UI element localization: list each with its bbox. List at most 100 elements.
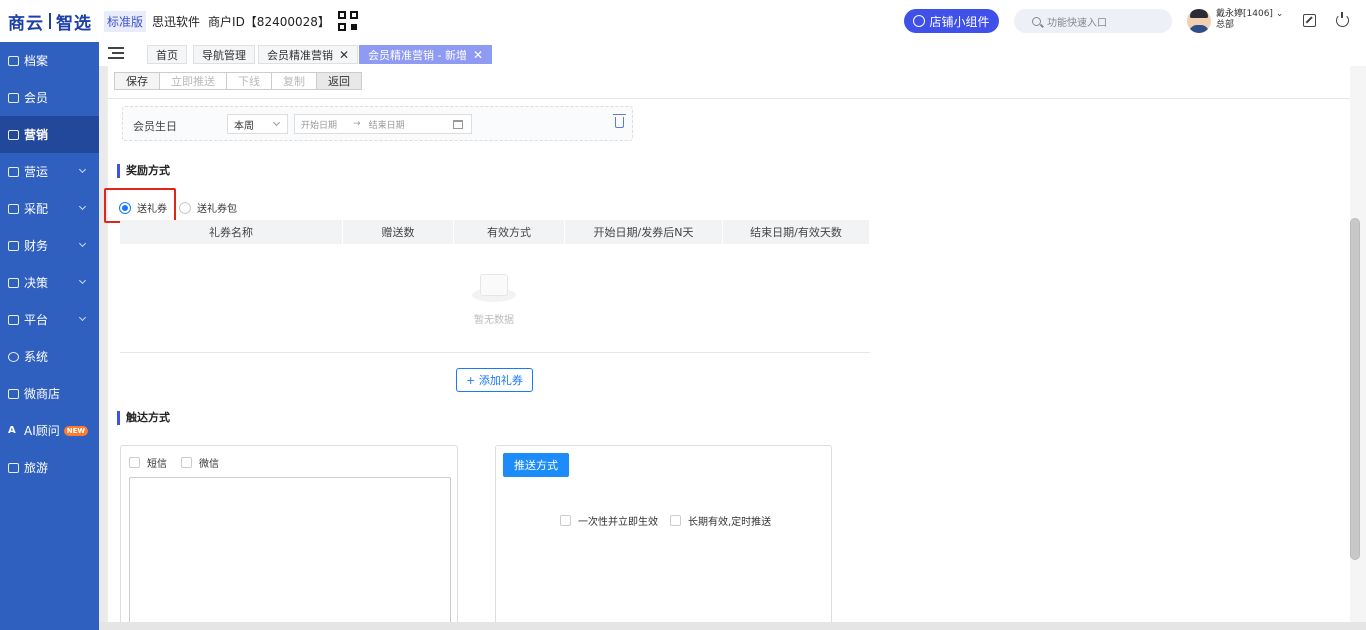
date-range-picker[interactable]: 开始日期 → 结束日期	[294, 114, 472, 134]
close-icon[interactable]: ✕	[473, 48, 483, 62]
scrollbar-thumb[interactable]	[1350, 218, 1360, 560]
operations-icon	[8, 166, 19, 177]
sidebar-item-label: AI顾问	[24, 424, 60, 438]
coupon-table-header: 礼券名称 赠送数 有效方式 开始日期/发券后N天 结束日期/有效天数	[120, 220, 870, 244]
quick-search-input[interactable]: 功能快速入口	[1014, 9, 1172, 33]
sidebar-item-finance[interactable]: 财务	[0, 227, 99, 264]
checkbox-label: 短信	[147, 459, 167, 470]
ai-icon: A	[8, 424, 16, 436]
system-icon	[8, 351, 19, 362]
logo[interactable]: 商云 智选	[8, 9, 92, 34]
chevron-down-icon	[78, 276, 87, 285]
sidebar-item-member[interactable]: 会员	[0, 79, 99, 116]
offline-button[interactable]: 下线	[226, 72, 272, 90]
back-button[interactable]: 返回	[316, 72, 362, 90]
copy-button[interactable]: 复制	[271, 72, 317, 90]
sidebar-item-decision[interactable]: 决策	[0, 264, 99, 301]
save-button[interactable]: 保存	[114, 72, 160, 90]
user-name: 戴永婷[1406]	[1216, 9, 1273, 19]
chevron-down-icon	[272, 118, 281, 127]
logout-icon[interactable]	[1336, 12, 1349, 27]
tab-member-marketing[interactable]: 会员精准营销 ✕	[258, 45, 359, 64]
travel-icon	[8, 462, 19, 473]
radio-label: 送礼券	[137, 204, 167, 215]
reach-section-title: 触达方式	[117, 411, 170, 425]
bottom-gutter	[99, 622, 1366, 630]
chevron-down-icon: ⌄	[1275, 9, 1284, 19]
calendar-icon	[453, 120, 463, 129]
column-header: 开始日期/发券后N天	[565, 220, 723, 244]
search-placeholder: 功能快速入口	[1047, 17, 1107, 29]
sidebar-item-label: 财务	[24, 239, 49, 253]
checkbox-box	[560, 515, 571, 526]
sidebar-item-travel[interactable]: 旅游	[0, 449, 99, 486]
checkbox-label: 微信	[199, 459, 219, 470]
chevron-down-icon	[78, 202, 87, 211]
logo-right: 智选	[56, 13, 92, 34]
user-role: 总部	[1216, 20, 1235, 30]
menu-collapse-icon[interactable]	[108, 47, 124, 59]
add-coupon-button[interactable]: + 添加礼券	[456, 368, 533, 392]
checkbox-wechat[interactable]: 微信	[181, 455, 219, 470]
chevron-down-icon	[78, 239, 87, 248]
avatar[interactable]	[1187, 9, 1211, 33]
new-badge: NEW	[63, 425, 89, 436]
message-textarea[interactable]	[129, 477, 451, 627]
fullscreen-icon[interactable]	[1303, 14, 1316, 27]
user-icon	[8, 92, 19, 103]
sidebar-item-label: 决策	[24, 276, 49, 290]
sidebar-item-marketing[interactable]: 营销	[0, 116, 99, 153]
tab-nav-management[interactable]: 导航管理	[193, 45, 255, 64]
push-method-button[interactable]: 推送方式	[503, 453, 569, 477]
sidebar-item-purchase[interactable]: 采配	[0, 190, 99, 227]
sidebar-item-label: 旅游	[24, 461, 49, 475]
checkbox-long-term-scheduled[interactable]: 长期有效,定时推送	[670, 513, 771, 528]
store-widget-button[interactable]: 店铺小组件	[904, 9, 999, 33]
content-gutter	[99, 66, 107, 630]
radio-send-coupon[interactable]: 送礼券	[119, 200, 167, 215]
sidebar-item-shop[interactable]: 微商店	[0, 375, 99, 412]
close-icon[interactable]: ✕	[339, 48, 349, 62]
column-header: 结束日期/有效天数	[723, 220, 870, 244]
push-panel: 推送方式 一次性并立即生效 长期有效,定时推送	[495, 445, 832, 625]
sidebar-item-system[interactable]: 系统	[0, 338, 99, 375]
sidebar-item-label: 营销	[24, 128, 49, 142]
channel-panel: 短信 微信	[120, 445, 458, 627]
user-menu[interactable]: 戴永婷[1406] ⌄ 总部	[1216, 9, 1283, 31]
marketing-icon	[8, 129, 19, 140]
tab-home[interactable]: 首页	[147, 45, 187, 64]
merchant-id: 商户ID【82400028】	[208, 14, 330, 29]
end-date-placeholder: 结束日期	[368, 120, 405, 131]
checkbox-sms[interactable]: 短信	[129, 455, 167, 470]
archive-icon	[8, 55, 19, 66]
push-options: 一次性并立即生效 长期有效,定时推送	[560, 513, 771, 528]
delete-icon[interactable]	[613, 114, 626, 128]
qrcode-icon[interactable]	[337, 11, 358, 31]
radio-label: 送礼券包	[197, 204, 237, 215]
platform-icon	[8, 314, 19, 325]
checkbox-label: 长期有效,定时推送	[688, 517, 772, 528]
sidebar: 档案 会员 营销 营运 采配 财务 决策 平台 系统 微商店 A AI顾问 NEW …	[0, 42, 99, 630]
finance-icon	[8, 240, 19, 251]
reward-section-title: 奖励方式	[117, 164, 170, 178]
sidebar-item-label: 会员	[24, 91, 49, 105]
chevron-down-icon	[78, 165, 87, 174]
divider	[108, 98, 1351, 99]
tab-label: 首页	[156, 48, 178, 62]
tab-member-marketing-new[interactable]: 会员精准营销 - 新增 ✕	[359, 45, 493, 64]
sidebar-item-label: 档案	[24, 54, 49, 68]
company-name: 思迅软件	[152, 14, 201, 29]
push-now-button[interactable]: 立即推送	[159, 72, 227, 90]
start-date-placeholder: 开始日期	[301, 120, 338, 131]
period-select[interactable]: 本周	[227, 114, 288, 134]
sidebar-item-platform[interactable]: 平台	[0, 301, 99, 338]
sidebar-item-ai[interactable]: A AI顾问 NEW	[0, 412, 99, 449]
checkbox-box	[670, 515, 681, 526]
sidebar-item-operations[interactable]: 营运	[0, 153, 99, 190]
radio-send-coupon-pack[interactable]: 送礼券包	[179, 200, 237, 215]
sidebar-item-label: 系统	[24, 350, 49, 364]
tab-label: 导航管理	[202, 48, 246, 62]
checkbox-once-immediate[interactable]: 一次性并立即生效	[560, 513, 658, 528]
sidebar-item-archive[interactable]: 档案	[0, 42, 99, 79]
decision-icon	[8, 277, 19, 288]
